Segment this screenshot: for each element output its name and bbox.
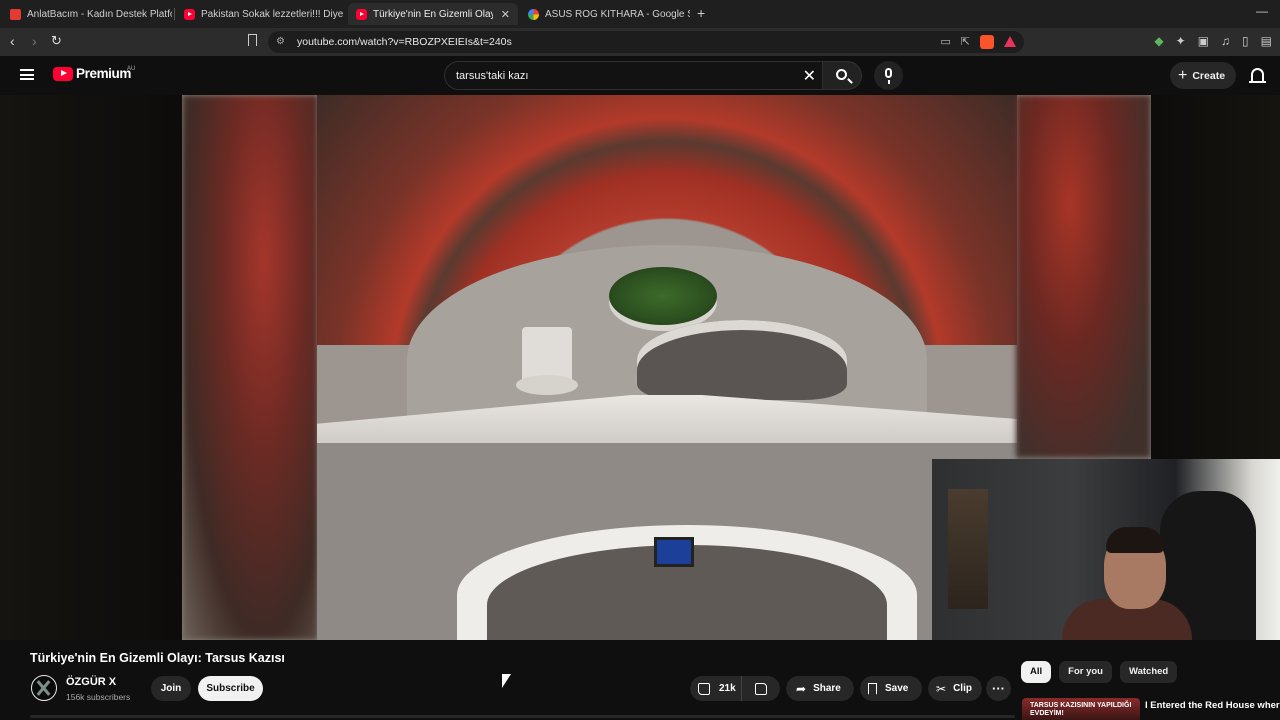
brave-shields-icon[interactable] [980, 35, 994, 49]
extensions-row: ◆ ✦ ▣ ♫ ▯ ▤ [1154, 34, 1272, 48]
close-tab-icon[interactable]: ✕ [501, 8, 510, 21]
like-count: 21k [719, 683, 736, 694]
tab-title: AnlatBacım - Kadın Destek Platformu [27, 8, 172, 20]
clip-button[interactable]: ✂ Clip [928, 676, 982, 701]
chip-watched[interactable]: Watched [1119, 661, 1178, 683]
thumbs-up-icon [698, 682, 710, 695]
bookmark-icon[interactable] [248, 34, 257, 46]
back-arrow-icon[interactable]: ‹ [10, 33, 15, 49]
search-button[interactable] [822, 61, 862, 90]
share-label: Share [813, 683, 841, 694]
save-label: Save [885, 683, 909, 694]
youtube-logo-icon [53, 66, 73, 81]
share-button[interactable]: ➦ Share [786, 676, 854, 701]
video-title: Türkiye'nin En Gizemli Olayı: Tarsus Kaz… [30, 651, 285, 665]
scissors-icon: ✂ [936, 681, 947, 696]
cast-icon[interactable]: ▭ [940, 35, 950, 49]
webcam-background-object [948, 489, 988, 609]
clear-search-icon[interactable]: ✕ [803, 66, 816, 86]
horizontal-divider [30, 715, 1015, 718]
tab-title: Pakistan Sokak lezzetleri!!! Diye diye [201, 8, 344, 20]
address-bar-actions: ▭ ⇱ [940, 35, 1016, 49]
youtube-premium-logo[interactable]: Premium [53, 66, 131, 81]
tab-divider [174, 8, 175, 20]
youtube-favicon-icon [184, 8, 195, 20]
more-actions-button[interactable]: ··· [986, 676, 1011, 701]
tab-title: ASUS ROG KITHARA - Google Search [545, 8, 690, 20]
browser-tab[interactable]: ASUS ROG KITHARA - Google Search [520, 3, 690, 25]
tab-title: Türkiye'nin En Gizemli Olayı: T [373, 8, 493, 20]
microphone-icon [885, 68, 892, 84]
thumbs-down-icon[interactable] [755, 682, 767, 695]
music-icon[interactable]: ♫ [1221, 34, 1230, 48]
subscribe-button[interactable]: Subscribe [198, 676, 263, 701]
youtube-masthead: Premium AU tarsus'taki kazı ✕ + Create [0, 56, 1280, 94]
new-tab-icon[interactable]: + [697, 5, 705, 21]
browser-tab-active[interactable]: Türkiye'nin En Gizemli Olayı: T ✕ [348, 3, 518, 25]
chip-all[interactable]: All [1021, 661, 1052, 683]
subscriber-count: 156k subscribers [66, 692, 131, 702]
youtube-favicon-icon [356, 8, 367, 20]
recommended-video-thumbnail[interactable]: TARSUS KAZISININ YAPILDIĞI EVDEYİM! [1022, 698, 1140, 720]
search-query: tarsus'taki kazı [456, 70, 529, 82]
webcam-overlay [932, 459, 1280, 640]
browser-tab[interactable]: Pakistan Sokak lezzetleri!!! Diye diye [176, 3, 344, 25]
minimize-window-icon[interactable]: — [1256, 4, 1268, 18]
create-label: Create [1192, 69, 1226, 82]
puzzle-extensions-icon[interactable]: ✦ [1176, 34, 1186, 48]
channel-avatar[interactable] [31, 675, 57, 701]
browser-tab-strip: AnlatBacım - Kadın Destek Platformu Paki… [0, 0, 1280, 28]
mouse-cursor-icon [502, 674, 511, 688]
search-icon [836, 69, 847, 80]
share-arrow-icon: ➦ [796, 681, 807, 696]
thumbnail-caption: TARSUS KAZISININ YAPILDIĞI EVDEYİM! [1030, 702, 1132, 717]
recommendation-filter-chips: All For you Watched [1021, 661, 1178, 683]
create-button[interactable]: + Create [1170, 62, 1236, 89]
video-info-area: Türkiye'nin En Gizemli Olayı: Tarsus Kaz… [0, 640, 1280, 720]
like-button[interactable]: 21k [690, 676, 742, 701]
plus-icon: + [1178, 66, 1188, 84]
parliament-hall-image [317, 95, 1017, 640]
logo-text: Premium [76, 66, 131, 81]
bookmark-save-icon [868, 682, 877, 695]
blurred-seats-right [1016, 95, 1151, 458]
streamer-hair [1106, 527, 1164, 553]
blurred-seats-left [182, 95, 318, 640]
google-favicon-icon [528, 8, 539, 20]
clerks-desk [637, 320, 847, 400]
wallet-icon[interactable]: ▣ [1198, 34, 1209, 48]
sidebar-toggle-icon[interactable]: ▯ [1242, 34, 1249, 48]
center-plants [609, 267, 717, 325]
like-dislike-group: 21k [690, 676, 780, 701]
chip-for-you[interactable]: For you [1059, 661, 1112, 683]
more-dots-icon: ··· [992, 681, 1005, 696]
brave-rewards-icon[interactable] [1004, 36, 1016, 47]
recommended-video-title[interactable]: I Entered the Red House where the Excava… [1145, 700, 1280, 712]
forward-arrow-icon[interactable]: › [32, 33, 37, 49]
join-button[interactable]: Join [151, 676, 191, 701]
clip-label: Clip [953, 683, 972, 694]
browser-tab[interactable]: AnlatBacım - Kadın Destek Platformu [2, 3, 172, 25]
menu-icon[interactable] [20, 69, 34, 80]
notifications-bell-icon[interactable] [1249, 68, 1266, 83]
wallet-icon[interactable]: ▤ [1261, 34, 1272, 48]
save-button[interactable]: Save [860, 676, 922, 701]
share-page-icon[interactable]: ⇱ [961, 35, 970, 49]
desk-monitor [654, 537, 694, 567]
address-bar[interactable]: ⚙ youtube.com/watch?v=RBOZPXEIEIs&t=240s… [268, 31, 1024, 53]
extension-icon[interactable]: ◆ [1154, 34, 1163, 48]
search-input[interactable]: tarsus'taki kazı ✕ [444, 61, 822, 90]
browser-toolbar: ‹ › ↻ ⚙ youtube.com/watch?v=RBOZPXEIEIs&… [0, 28, 1280, 56]
site-info-icon[interactable]: ⚙ [276, 36, 288, 48]
speaker-podium [516, 327, 578, 395]
site-favicon-icon [10, 8, 21, 20]
reload-icon[interactable]: ↻ [51, 33, 62, 49]
voice-search-button[interactable] [874, 61, 903, 90]
video-player[interactable] [0, 95, 1280, 640]
url-text: youtube.com/watch?v=RBOZPXEIEIs&t=240s [297, 36, 512, 48]
country-code: AU [127, 66, 136, 72]
channel-name[interactable]: ÖZGÜR X [66, 676, 116, 688]
